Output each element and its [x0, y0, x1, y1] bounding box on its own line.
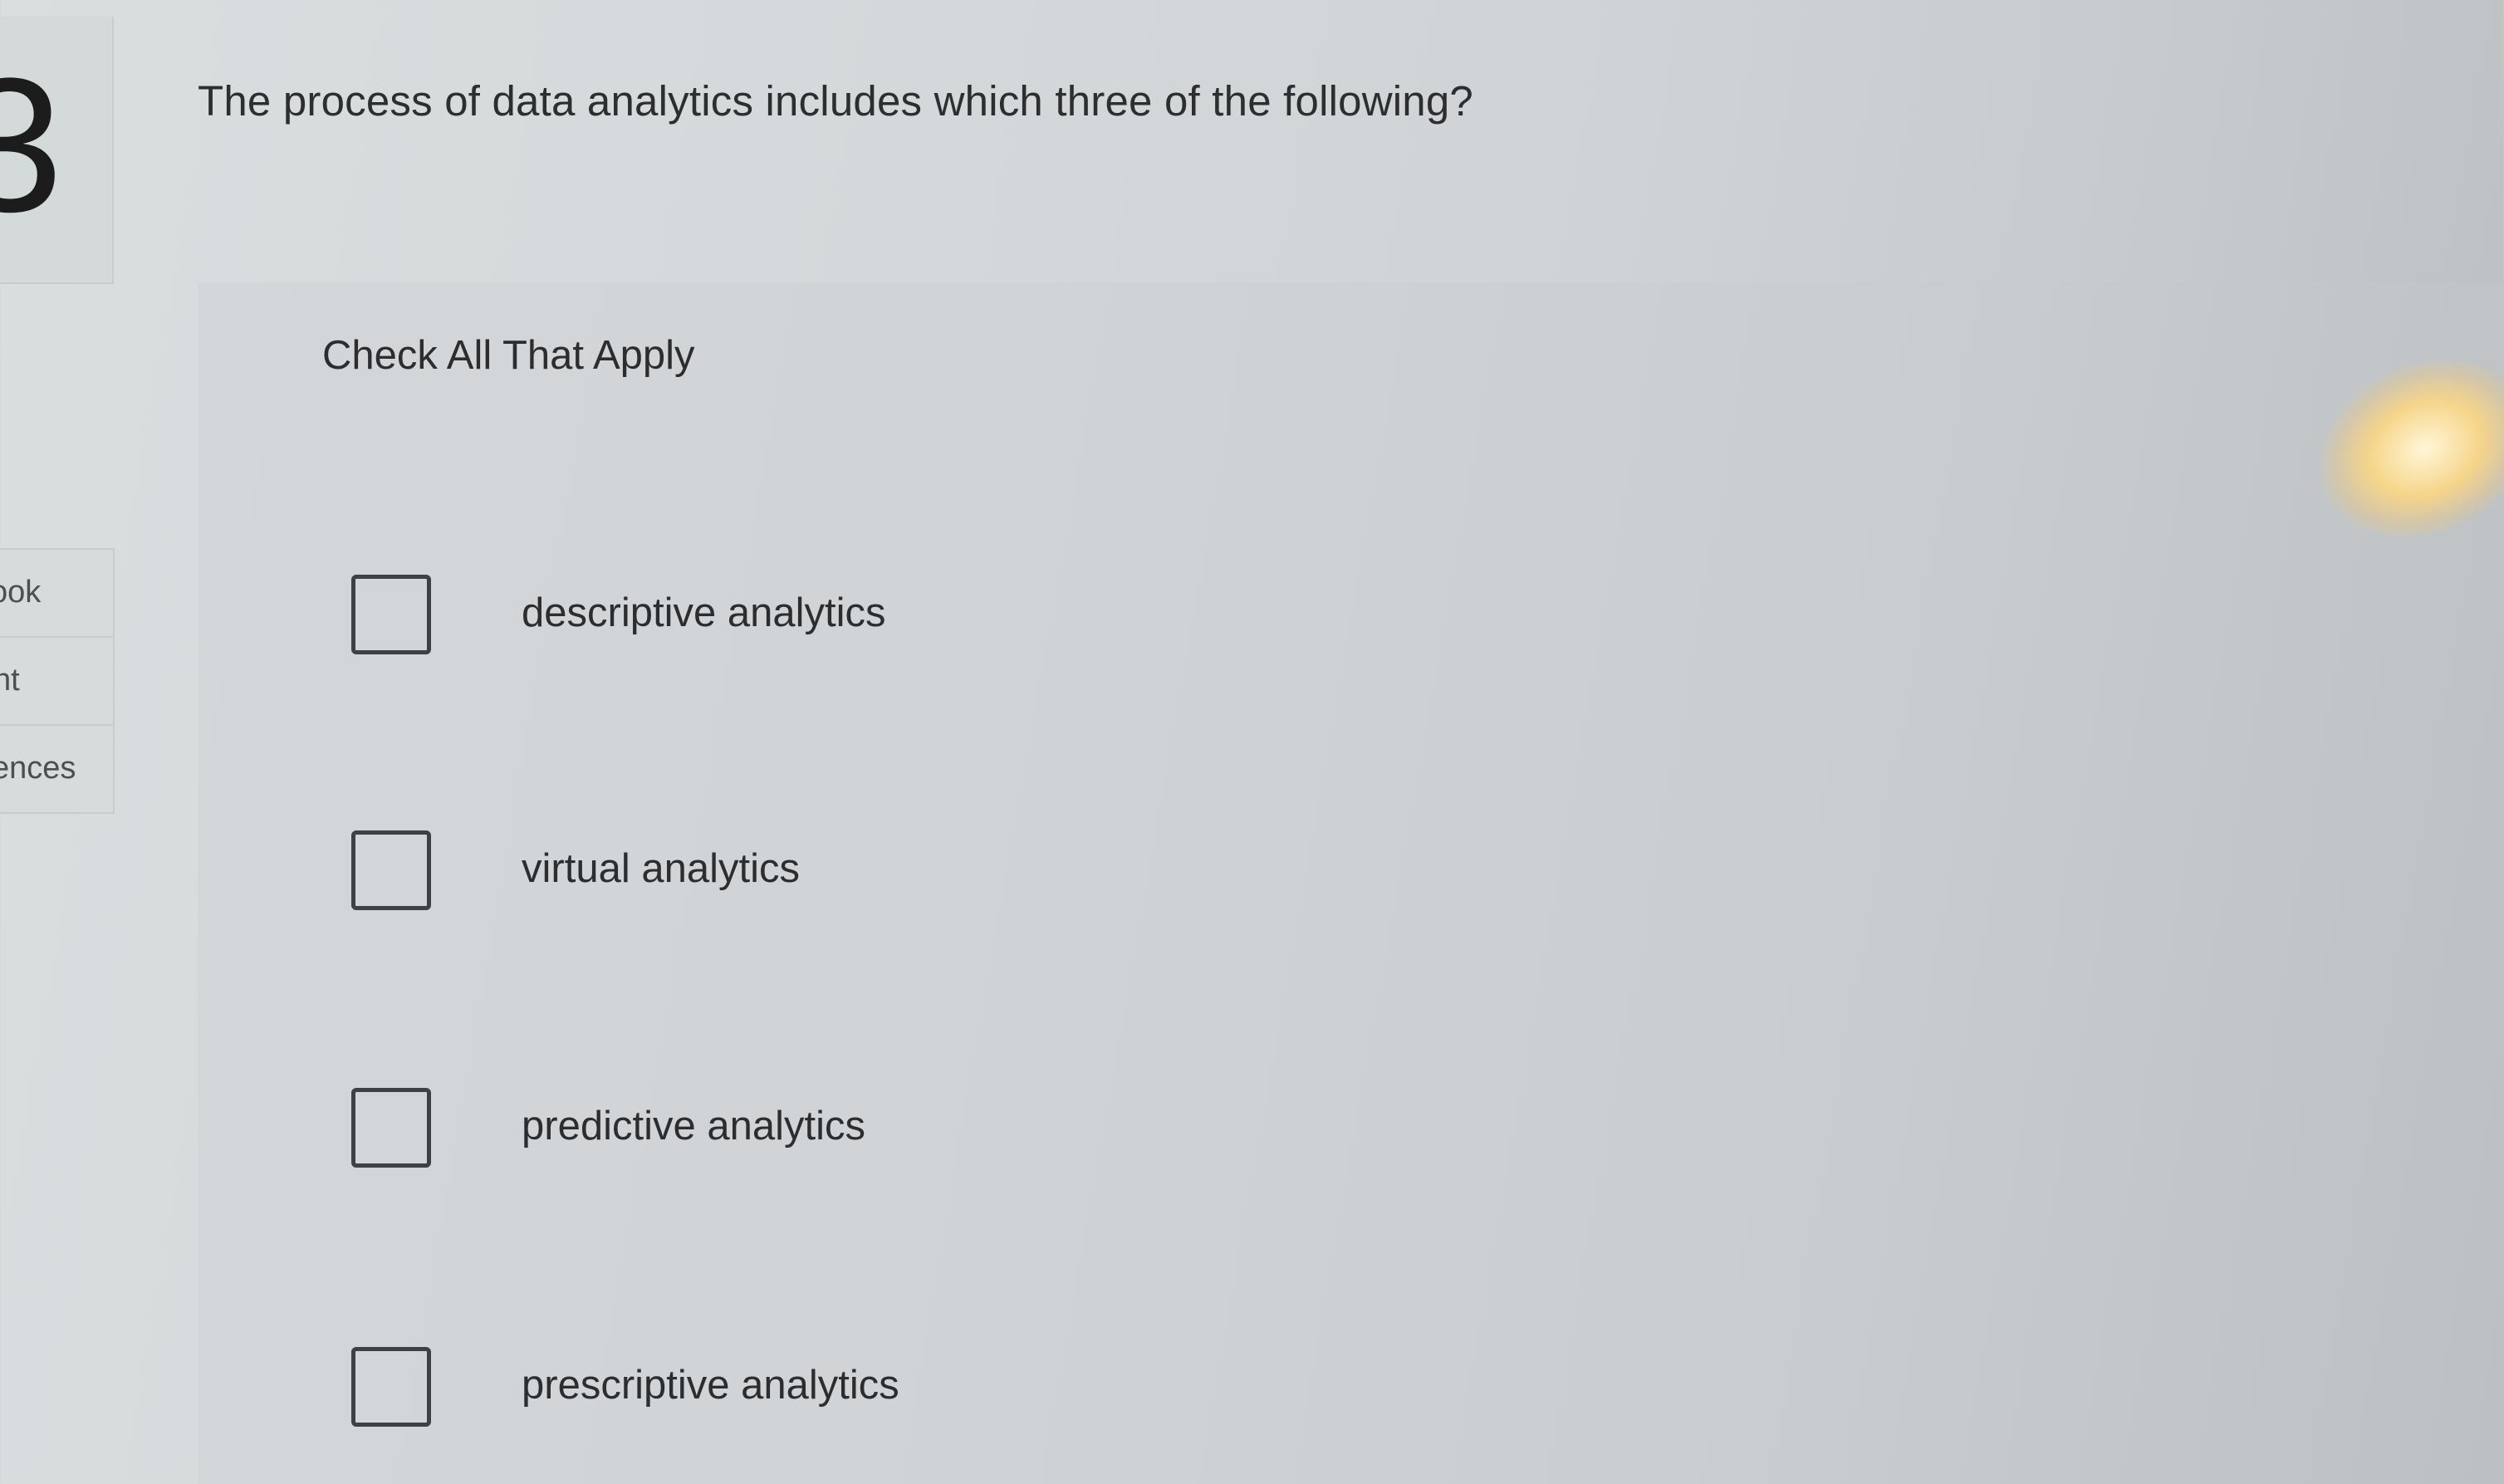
answer-checkbox[interactable]: [351, 1088, 431, 1168]
answer-checkbox[interactable]: [351, 830, 431, 910]
question-nav-menu: ook nt ences: [0, 548, 115, 814]
question-number: 3: [0, 50, 63, 241]
answer-checkbox[interactable]: [351, 575, 431, 654]
answer-option-label[interactable]: predictive analytics: [522, 1103, 865, 1149]
answer-option-label[interactable]: prescriptive analytics: [522, 1362, 899, 1408]
check-all-instruction: Check All That Apply: [322, 333, 695, 378]
nav-item-print[interactable]: nt: [0, 638, 113, 726]
nav-item-print-label: nt: [0, 663, 20, 698]
answer-option[interactable]: predictive analytics: [351, 1088, 1514, 1179]
question-number-box: 3: [0, 17, 114, 284]
nav-item-ebook[interactable]: ook: [0, 550, 113, 638]
nav-item-ebook-label: ook: [0, 575, 42, 610]
answer-option[interactable]: prescriptive analytics: [351, 1347, 1514, 1438]
answer-checkbox[interactable]: [351, 1347, 431, 1427]
answer-option-label[interactable]: descriptive analytics: [522, 590, 885, 636]
question-text: The process of data analytics includes w…: [198, 77, 1473, 125]
answer-panel: Check All That Apply descriptive analyti…: [198, 282, 2504, 1484]
answer-option[interactable]: virtual analytics: [351, 830, 1514, 922]
answer-option[interactable]: descriptive analytics: [351, 575, 1514, 666]
nav-item-references[interactable]: ences: [0, 726, 113, 814]
answer-option-label[interactable]: virtual analytics: [522, 845, 800, 892]
left-rail: 3 ook nt ences: [0, 0, 116, 1484]
nav-item-references-label: ences: [0, 751, 76, 786]
